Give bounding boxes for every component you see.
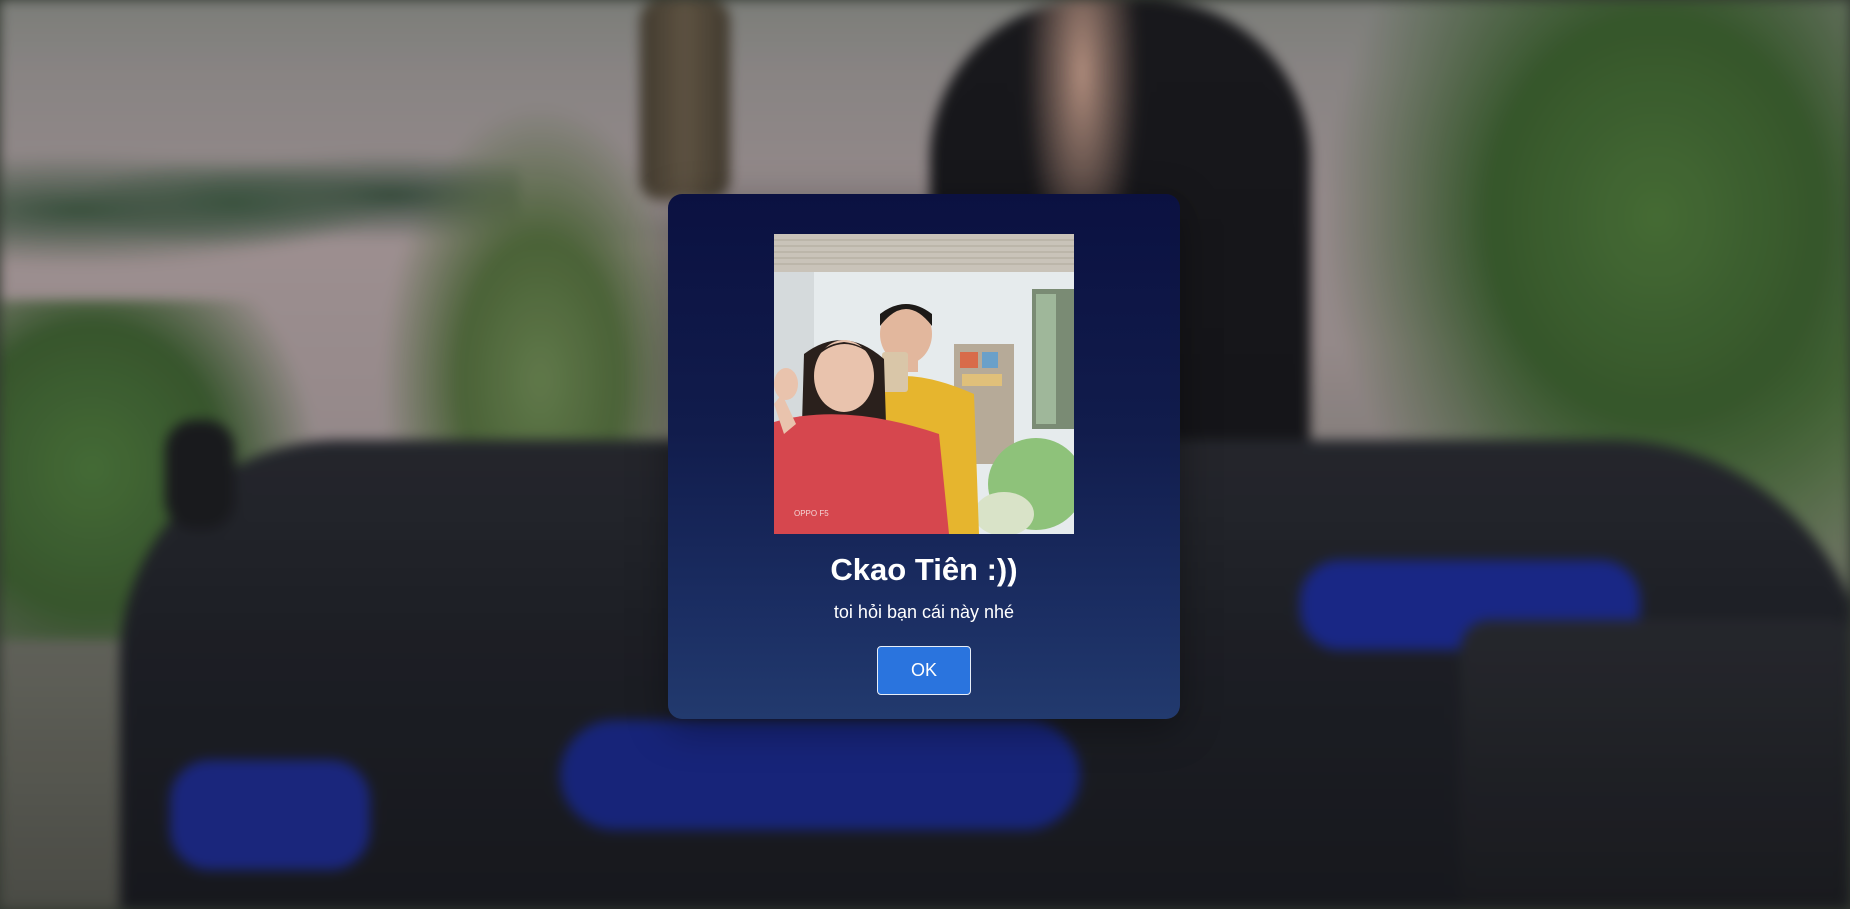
ok-button[interactable]: OK (877, 646, 971, 695)
selfie-photo-icon: OPPO F5 (774, 234, 1074, 534)
photo-image: OPPO F5 (774, 234, 1074, 534)
svg-text:OPPO F5: OPPO F5 (794, 509, 829, 518)
dialog-message: toi hỏi bạn cái này nhé (833, 602, 1015, 622)
page: OPPO F5 Ckao Tiên :)) toi hỏi bạn cái nà… (0, 0, 1850, 909)
popup-dialog: OPPO F5 Ckao Tiên :)) toi hỏi bạn cái nà… (668, 194, 1180, 719)
dialog-title: Ckao Tiên :)) (830, 552, 1018, 587)
